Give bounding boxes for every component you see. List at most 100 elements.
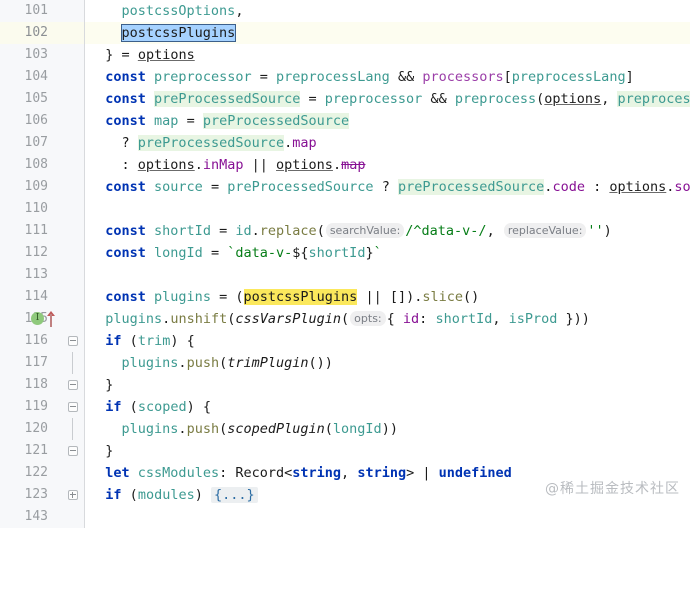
fold-collapsed-icon[interactable]: [68, 490, 79, 501]
code-text-101[interactable]: postcssOptions,: [85, 0, 690, 22]
code-text-119[interactable]: if (scoped) {: [85, 396, 690, 418]
search-match-highlight[interactable]: postcssPlugins: [243, 289, 358, 305]
code-text-113[interactable]: [85, 264, 690, 286]
code-line-107[interactable]: 107 ? preProcessedSource.map: [0, 132, 690, 154]
gutter-119[interactable]: 119: [0, 396, 62, 418]
fold-expanded-icon[interactable]: [68, 402, 79, 413]
gutter-115[interactable]: 115 I: [0, 308, 62, 330]
gutter-106[interactable]: 106: [0, 110, 62, 132]
code-line-101[interactable]: 101 postcssOptions,: [0, 0, 690, 22]
code-line-123[interactable]: 123 if (modules) {...}: [0, 484, 690, 506]
code-text-115[interactable]: plugins.unshift(cssVarsPlugin(opts:{ id:…: [85, 308, 690, 330]
code-line-109[interactable]: 109 const source = preProcessedSource ? …: [0, 176, 690, 198]
code-line-119[interactable]: 119 if (scoped) {: [0, 396, 690, 418]
gutter-109[interactable]: 109: [0, 176, 62, 198]
code-line-112[interactable]: 112 const longId = `data-v-${shortId}`: [0, 242, 690, 264]
fold-column-118[interactable]: [62, 374, 85, 396]
fold-end-icon[interactable]: [68, 446, 79, 457]
gutter-103[interactable]: 103: [0, 44, 62, 66]
fold-column-109[interactable]: [62, 176, 85, 198]
gutter-105[interactable]: 105: [0, 88, 62, 110]
code-line-115[interactable]: 115 I plugins.unshift(cssVarsPlugin(opts…: [0, 308, 690, 330]
code-text-118[interactable]: }: [85, 374, 690, 396]
inlay-hint-searchvalue[interactable]: searchValue:: [325, 223, 405, 238]
implementation-marker-icon[interactable]: I: [31, 312, 44, 325]
gutter-120[interactable]: 120: [0, 418, 62, 440]
fold-column-102[interactable]: [62, 22, 85, 44]
gutter-121[interactable]: 121: [0, 440, 62, 462]
code-text-111[interactable]: const shortId = id.replace(searchValue: /…: [85, 220, 690, 242]
selected-text[interactable]: postcssPlugins: [120, 24, 237, 42]
code-text-112[interactable]: const longId = `data-v-${shortId}`: [85, 242, 690, 264]
fold-column-114[interactable]: [62, 286, 85, 308]
fold-column-143[interactable]: [62, 506, 85, 528]
code-line-110[interactable]: 110: [0, 198, 690, 220]
code-line-111[interactable]: 111 const shortId = id.replace(searchVal…: [0, 220, 690, 242]
code-text-106[interactable]: const map = preProcessedSource: [85, 110, 690, 132]
fold-column-120[interactable]: [62, 418, 85, 440]
fold-column-108[interactable]: [62, 154, 85, 176]
code-line-122[interactable]: 122 let cssModules: Record<string, strin…: [0, 462, 690, 484]
code-line-114[interactable]: 114 const plugins = (postcssPlugins || […: [0, 286, 690, 308]
gutter-143[interactable]: 143: [0, 506, 62, 528]
gutter-114[interactable]: 114: [0, 286, 62, 308]
code-line-105[interactable]: 105 const preProcessedSource = preproces…: [0, 88, 690, 110]
fold-column-105[interactable]: [62, 88, 85, 110]
fold-column-110[interactable]: [62, 198, 85, 220]
fold-column-104[interactable]: [62, 66, 85, 88]
fold-column-116[interactable]: [62, 330, 85, 352]
fold-placeholder[interactable]: {...}: [211, 487, 258, 503]
fold-column-111[interactable]: [62, 220, 85, 242]
gutter-110[interactable]: 110: [0, 198, 62, 220]
fold-column-119[interactable]: [62, 396, 85, 418]
code-text-105[interactable]: const preProcessedSource = preprocessor …: [85, 88, 690, 110]
fold-column-117[interactable]: [62, 352, 85, 374]
fold-expanded-icon[interactable]: [68, 336, 79, 347]
gutter-117[interactable]: 117: [0, 352, 62, 374]
code-text-104[interactable]: const preprocessor = preprocessLang && p…: [85, 66, 690, 88]
fold-column-101[interactable]: [62, 0, 85, 22]
code-text-107[interactable]: ? preProcessedSource.map: [85, 132, 690, 154]
gutter-104[interactable]: 104: [0, 66, 62, 88]
code-line-143[interactable]: 143: [0, 506, 690, 528]
fold-column-107[interactable]: [62, 132, 85, 154]
code-line-103[interactable]: 103 } = options: [0, 44, 690, 66]
code-line-108[interactable]: 108 : options.inMap || options.map: [0, 154, 690, 176]
code-editor[interactable]: 101 postcssOptions, 102 postcssPlugins 1…: [0, 0, 690, 528]
code-line-102[interactable]: 102 postcssPlugins: [0, 22, 690, 44]
inlay-hint-opts[interactable]: opts:: [350, 311, 386, 326]
fold-column-122[interactable]: [62, 462, 85, 484]
fold-column-106[interactable]: [62, 110, 85, 132]
code-line-113[interactable]: 113: [0, 264, 690, 286]
inlay-hint-replacevalue[interactable]: replaceValue:: [503, 223, 587, 238]
fold-column-103[interactable]: [62, 44, 85, 66]
code-line-104[interactable]: 104 const preprocessor = preprocessLang …: [0, 66, 690, 88]
gutter-118[interactable]: 118: [0, 374, 62, 396]
fold-column-113[interactable]: [62, 264, 85, 286]
gutter-102[interactable]: 102: [0, 22, 62, 44]
code-line-117[interactable]: 117 plugins.push(trimPlugin()): [0, 352, 690, 374]
fold-end-icon[interactable]: [68, 380, 79, 391]
code-text-114[interactable]: const plugins = (postcssPlugins || []).s…: [85, 286, 690, 308]
gutter-113[interactable]: 113: [0, 264, 62, 286]
code-text-123[interactable]: if (modules) {...}: [85, 484, 690, 506]
gutter-108[interactable]: 108: [0, 154, 62, 176]
code-line-116[interactable]: 116 if (trim) {: [0, 330, 690, 352]
gutter-123[interactable]: 123: [0, 484, 62, 506]
code-text-102[interactable]: postcssPlugins: [85, 22, 690, 44]
gutter-111[interactable]: 111: [0, 220, 62, 242]
code-text-143[interactable]: [85, 506, 690, 528]
code-text-122[interactable]: let cssModules: Record<string, string> |…: [85, 462, 690, 484]
fold-column-115[interactable]: [62, 308, 85, 330]
code-text-121[interactable]: }: [85, 440, 690, 462]
gutter-112[interactable]: 112: [0, 242, 62, 264]
code-text-108[interactable]: : options.inMap || options.map: [85, 154, 690, 176]
gutter-107[interactable]: 107: [0, 132, 62, 154]
code-text-120[interactable]: plugins.push(scopedPlugin(longId)): [85, 418, 690, 440]
code-text-117[interactable]: plugins.push(trimPlugin()): [85, 352, 690, 374]
code-text-109[interactable]: const source = preProcessedSource ? preP…: [85, 176, 690, 198]
gutter-101[interactable]: 101: [0, 0, 62, 22]
code-line-121[interactable]: 121 }: [0, 440, 690, 462]
fold-column-121[interactable]: [62, 440, 85, 462]
up-arrow-icon[interactable]: [46, 311, 55, 327]
